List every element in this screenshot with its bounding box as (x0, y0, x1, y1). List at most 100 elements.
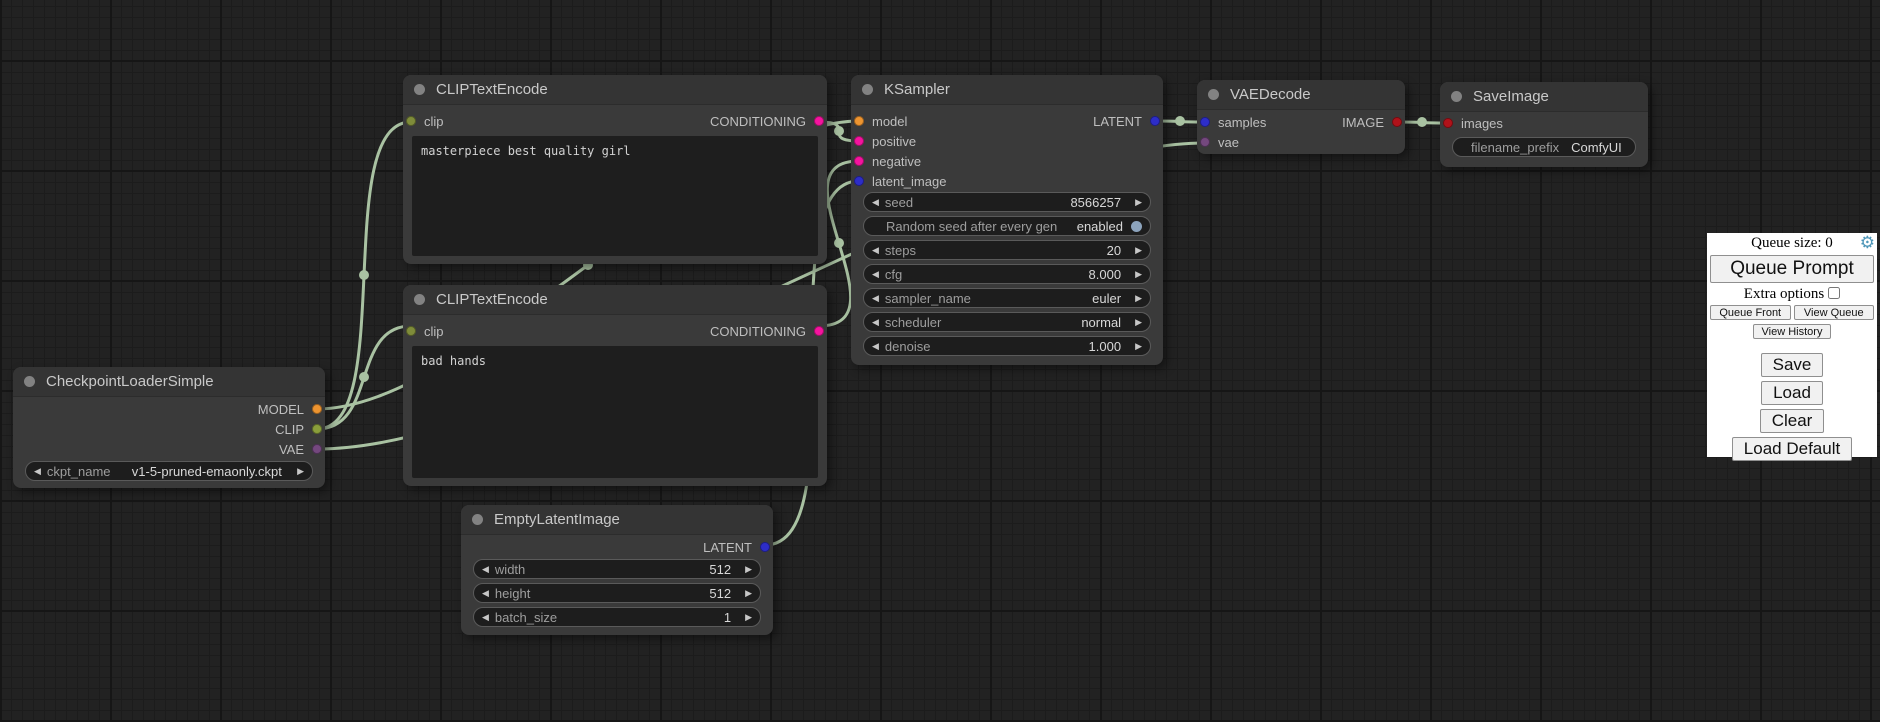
node-clip-positive-titlebar[interactable]: CLIPTextEncode (403, 75, 827, 105)
increment-arrow-icon[interactable]: ▶ (1135, 318, 1142, 327)
node-vae-decode[interactable]: VAEDecode samples IMAGE vae (1197, 80, 1405, 154)
increment-arrow-icon[interactable]: ▶ (1135, 294, 1142, 303)
input-dot-samples[interactable] (1200, 117, 1210, 127)
widget-scheduler[interactable]: ◀ scheduler normal ▶ (863, 312, 1151, 332)
widget-width[interactable]: ◀ width 512 ▶ (473, 559, 761, 579)
increment-arrow-icon[interactable]: ▶ (1135, 342, 1142, 351)
node-title: KSampler (884, 81, 950, 98)
settings-gear-icon[interactable]: ⚙ (1860, 234, 1875, 251)
widget-denoise[interactable]: ◀ denoise 1.000 ▶ (863, 336, 1151, 356)
output-label: VAE (279, 442, 304, 457)
node-ksampler[interactable]: KSampler model LATENT positive negative … (851, 75, 1163, 365)
input-dot-positive[interactable] (854, 136, 864, 146)
widget-value: 8566257 (1070, 195, 1121, 210)
decrement-arrow-icon[interactable]: ◀ (482, 613, 489, 622)
increment-arrow-icon[interactable]: ▶ (745, 589, 752, 598)
node-clip-text-encode-negative[interactable]: CLIPTextEncode clip CONDITIONING bad han… (403, 285, 827, 486)
widget-filename-prefix[interactable]: filename_prefix ComfyUI (1452, 137, 1636, 157)
view-queue-button[interactable]: View Queue (1794, 305, 1875, 320)
queue-prompt-button[interactable]: Queue Prompt (1710, 255, 1874, 283)
collapse-dot-icon[interactable] (472, 514, 483, 525)
clear-button[interactable]: Clear (1760, 409, 1825, 433)
save-button[interactable]: Save (1761, 353, 1824, 377)
load-default-button[interactable]: Load Default (1732, 437, 1852, 461)
collapse-dot-icon[interactable] (862, 84, 873, 95)
output-dot-latent[interactable] (1150, 116, 1160, 126)
decrement-arrow-icon[interactable]: ◀ (482, 565, 489, 574)
collapse-dot-icon[interactable] (24, 376, 35, 387)
load-button[interactable]: Load (1761, 381, 1823, 405)
increment-arrow-icon[interactable]: ▶ (745, 565, 752, 574)
widget-steps[interactable]: ◀ steps 20 ▶ (863, 240, 1151, 260)
increment-arrow-icon[interactable]: ▶ (745, 613, 752, 622)
collapse-dot-icon[interactable] (414, 84, 425, 95)
decrement-arrow-icon[interactable]: ◀ (482, 589, 489, 598)
node-checkpoint-loader[interactable]: CheckpointLoaderSimple MODEL CLIP VAE ◀ … (13, 367, 325, 488)
decrement-arrow-icon[interactable]: ◀ (872, 294, 879, 303)
widget-value: euler (1092, 291, 1121, 306)
positive-prompt-textarea[interactable]: masterpiece best quality girl (412, 136, 818, 256)
node-title: SaveImage (1473, 88, 1549, 105)
node-clip-text-encode-positive[interactable]: CLIPTextEncode clip CONDITIONING masterp… (403, 75, 827, 264)
node-save-image-titlebar[interactable]: SaveImage (1440, 82, 1648, 112)
graph-canvas[interactable]: { "canvas": { "background": "#222222", "… (0, 0, 1880, 722)
widget-label: seed (885, 195, 913, 210)
node-clip-negative-titlebar[interactable]: CLIPTextEncode (403, 285, 827, 315)
node-title: VAEDecode (1230, 86, 1311, 103)
widget-cfg[interactable]: ◀ cfg 8.000 ▶ (863, 264, 1151, 284)
collapse-dot-icon[interactable] (1451, 91, 1462, 102)
output-label: CLIP (275, 422, 304, 437)
extra-options-checkbox[interactable] (1828, 287, 1840, 299)
output-dot-latent[interactable] (760, 542, 770, 552)
input-label: vae (1218, 135, 1239, 150)
decrement-arrow-icon[interactable]: ◀ (872, 246, 879, 255)
decrement-arrow-icon[interactable]: ◀ (872, 198, 879, 207)
collapse-dot-icon[interactable] (414, 294, 425, 305)
widget-batch-size[interactable]: ◀ batch_size 1 ▶ (473, 607, 761, 627)
widget-ckpt-name[interactable]: ◀ ckpt_name v1-5-pruned-emaonly.ckpt ▶ (25, 461, 313, 481)
input-dot-latent-image[interactable] (854, 176, 864, 186)
decrement-arrow-icon[interactable]: ◀ (872, 318, 879, 327)
decrement-arrow-icon[interactable]: ◀ (34, 467, 41, 476)
input-label: clip (424, 324, 444, 339)
input-dot-negative[interactable] (854, 156, 864, 166)
widget-label: cfg (885, 267, 902, 282)
node-title: CLIPTextEncode (436, 291, 548, 308)
increment-arrow-icon[interactable]: ▶ (1135, 246, 1142, 255)
input-dot-model[interactable] (854, 116, 864, 126)
node-vae-decode-titlebar[interactable]: VAEDecode (1197, 80, 1405, 110)
increment-arrow-icon[interactable]: ▶ (1135, 270, 1142, 279)
output-dot-conditioning[interactable] (814, 116, 824, 126)
node-checkpoint-loader-titlebar[interactable]: CheckpointLoaderSimple (13, 367, 325, 397)
node-title: EmptyLatentImage (494, 511, 620, 528)
decrement-arrow-icon[interactable]: ◀ (872, 342, 879, 351)
widget-height[interactable]: ◀ height 512 ▶ (473, 583, 761, 603)
widget-value: 20 (1107, 243, 1121, 258)
output-dot-vae[interactable] (312, 444, 322, 454)
toggle-dot-icon[interactable] (1131, 221, 1142, 232)
output-dot-clip[interactable] (312, 424, 322, 434)
input-dot-clip[interactable] (406, 326, 416, 336)
widget-random-seed-toggle[interactable]: Random seed after every gen enabled (863, 216, 1151, 236)
input-dot-vae[interactable] (1200, 137, 1210, 147)
output-dot-model[interactable] (312, 404, 322, 414)
node-empty-latent-image[interactable]: EmptyLatentImage LATENT ◀ width 512 ▶ ◀ … (461, 505, 773, 635)
decrement-arrow-icon[interactable]: ◀ (872, 270, 879, 279)
queue-front-button[interactable]: Queue Front (1710, 305, 1791, 320)
node-save-image[interactable]: SaveImage images filename_prefix ComfyUI (1440, 82, 1648, 167)
node-ksampler-titlebar[interactable]: KSampler (851, 75, 1163, 105)
increment-arrow-icon[interactable]: ▶ (1135, 198, 1142, 207)
widget-label: steps (885, 243, 916, 258)
input-dot-clip[interactable] (406, 116, 416, 126)
node-empty-latent-titlebar[interactable]: EmptyLatentImage (461, 505, 773, 535)
widget-sampler-name[interactable]: ◀ sampler_name euler ▶ (863, 288, 1151, 308)
widget-label: denoise (885, 339, 931, 354)
view-history-button[interactable]: View History (1753, 324, 1831, 339)
output-dot-image[interactable] (1392, 117, 1402, 127)
output-dot-conditioning[interactable] (814, 326, 824, 336)
widget-seed[interactable]: ◀ seed 8566257 ▶ (863, 192, 1151, 212)
collapse-dot-icon[interactable] (1208, 89, 1219, 100)
input-dot-images[interactable] (1443, 118, 1453, 128)
negative-prompt-textarea[interactable]: bad hands (412, 346, 818, 478)
increment-arrow-icon[interactable]: ▶ (297, 467, 304, 476)
